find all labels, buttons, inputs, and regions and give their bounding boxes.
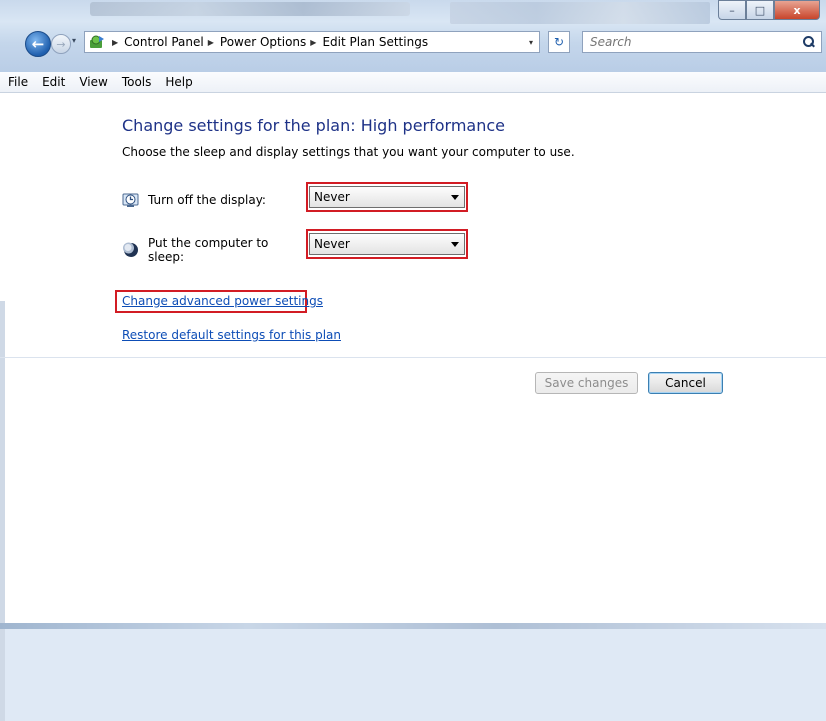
page-description: Choose the sleep and display settings th… [122, 145, 575, 159]
search-input[interactable] [583, 34, 792, 50]
maximize-button[interactable]: □ [746, 0, 774, 20]
display-setting-row: Turn off the display: [122, 191, 308, 209]
breadcrumb-item-power-options[interactable]: Power Options [220, 35, 306, 49]
display-clock-icon [122, 193, 139, 207]
menu-edit[interactable]: Edit [42, 75, 65, 89]
breadcrumb-item-edit-plan-settings[interactable]: Edit Plan Settings [322, 35, 428, 49]
menu-tools[interactable]: Tools [122, 75, 152, 89]
main-content: Change settings for the plan: High perfo… [0, 93, 826, 721]
breadcrumb-separator[interactable]: ▶ [208, 38, 214, 47]
chevron-down-icon [451, 194, 459, 200]
address-bar[interactable]: ▶ Control Panel ▶ Power Options ▶ Edit P… [84, 31, 540, 53]
breadcrumb-separator[interactable]: ▶ [310, 38, 316, 47]
breadcrumb: ▶ Control Panel ▶ Power Options ▶ Edit P… [108, 35, 428, 49]
advanced-power-settings-link[interactable]: Change advanced power settings [122, 294, 323, 308]
search-box[interactable] [582, 31, 822, 53]
sleep-timeout-select[interactable]: Never [309, 233, 465, 255]
menu-view[interactable]: View [79, 75, 107, 89]
sleep-setting-row: Put the computer to sleep: [122, 236, 308, 264]
forward-button[interactable]: → [51, 34, 71, 54]
back-button[interactable]: ← [25, 31, 51, 57]
control-panel-icon [88, 34, 106, 50]
recent-pages-dropdown[interactable]: ▾ [72, 36, 76, 45]
close-button[interactable]: x [774, 0, 820, 20]
breadcrumb-separator[interactable]: ▶ [112, 38, 118, 47]
menu-bar: File Edit View Tools Help [0, 72, 826, 93]
menu-file[interactable]: File [8, 75, 28, 89]
window-controls: – □ x [718, 0, 820, 20]
menu-help[interactable]: Help [165, 75, 192, 89]
address-dropdown-button[interactable]: ▾ [523, 38, 539, 47]
background-blur [450, 2, 710, 24]
left-edge [0, 301, 5, 721]
background-blur [90, 2, 410, 16]
navigation-bar: ← → ▾ ▶ Control Panel ▶ Power Options ▶ … [0, 28, 826, 58]
sleep-timeout-value: Never [314, 237, 350, 251]
chevron-down-icon [451, 241, 459, 247]
display-timeout-value: Never [314, 190, 350, 204]
refresh-button[interactable]: ↻ [548, 31, 570, 53]
restore-defaults-link[interactable]: Restore default settings for this plan [122, 328, 341, 342]
page-title: Change settings for the plan: High perfo… [122, 116, 506, 135]
display-setting-label: Turn off the display: [148, 193, 266, 207]
search-icon[interactable] [803, 36, 815, 48]
bottom-edge [0, 623, 826, 629]
minimize-button[interactable]: – [718, 0, 746, 20]
divider [0, 357, 826, 358]
window: – □ x ← → ▾ ▶ Control Panel ▶ Power Opti… [0, 0, 826, 721]
sleep-setting-label: Put the computer to sleep: [148, 236, 269, 264]
display-timeout-select[interactable]: Never [309, 186, 465, 208]
cancel-button[interactable]: Cancel [648, 372, 723, 394]
breadcrumb-item-control-panel[interactable]: Control Panel [124, 35, 204, 49]
save-changes-button[interactable]: Save changes [535, 372, 638, 394]
sleep-moon-icon [123, 242, 138, 257]
